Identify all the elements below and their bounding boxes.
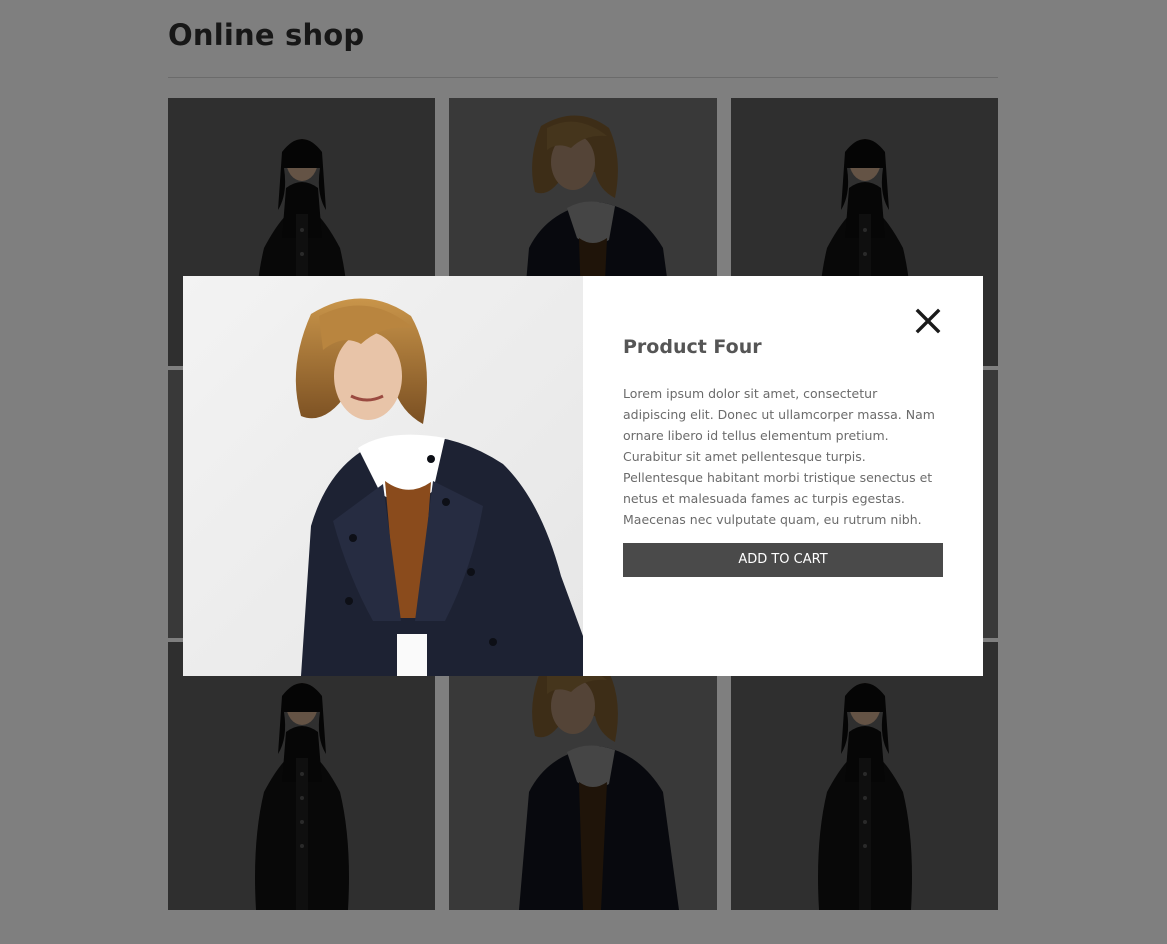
online-shop-page: Online shop xyxy=(0,0,1167,944)
close-icon xyxy=(915,308,941,334)
product-modal-image xyxy=(183,276,583,676)
product-modal-details: Product Four Lorem ipsum dolor sit amet,… xyxy=(623,276,943,676)
product-modal: Product Four Lorem ipsum dolor sit amet,… xyxy=(183,276,983,676)
product-description: Lorem ipsum dolor sit amet, consectetur … xyxy=(623,386,935,527)
peacoat-model-photo xyxy=(183,276,583,676)
add-to-cart-button[interactable]: ADD TO CART xyxy=(623,543,943,577)
close-button[interactable] xyxy=(911,304,945,338)
product-title: Product Four xyxy=(623,336,762,358)
